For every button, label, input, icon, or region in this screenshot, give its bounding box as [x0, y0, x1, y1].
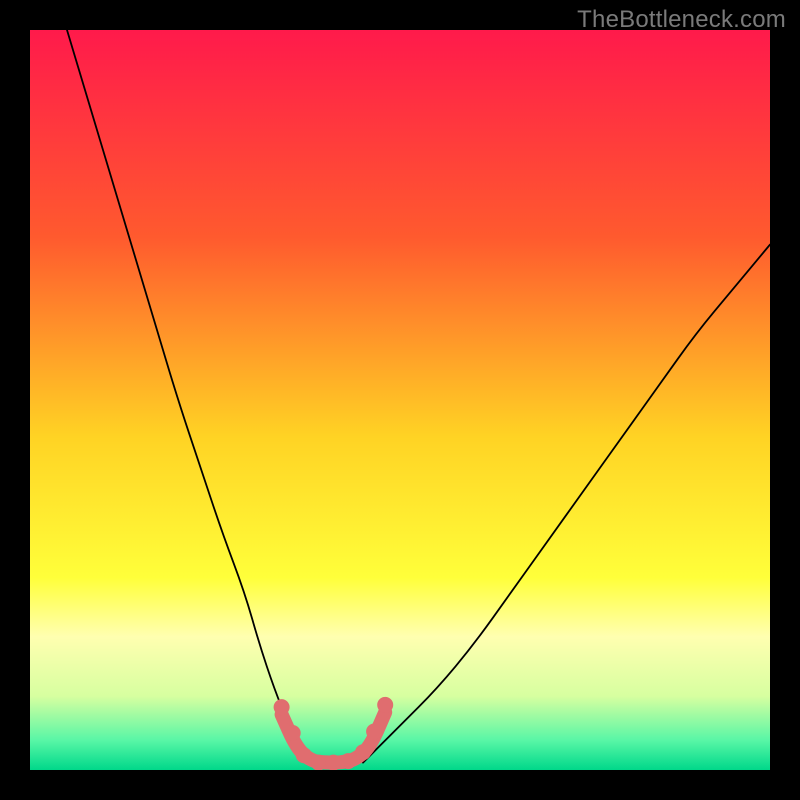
- plot-background: [30, 30, 770, 770]
- watermark-text: TheBottleneck.com: [577, 6, 786, 34]
- marker: [355, 744, 371, 760]
- marker: [285, 725, 301, 741]
- marker: [377, 697, 393, 713]
- marker: [325, 755, 341, 770]
- marker: [311, 755, 327, 770]
- marker: [296, 747, 312, 763]
- chart-frame: TheBottleneck.com: [0, 0, 800, 800]
- marker: [340, 753, 356, 769]
- marker: [274, 699, 290, 715]
- bottleneck-chart: [30, 30, 770, 770]
- marker: [366, 724, 382, 740]
